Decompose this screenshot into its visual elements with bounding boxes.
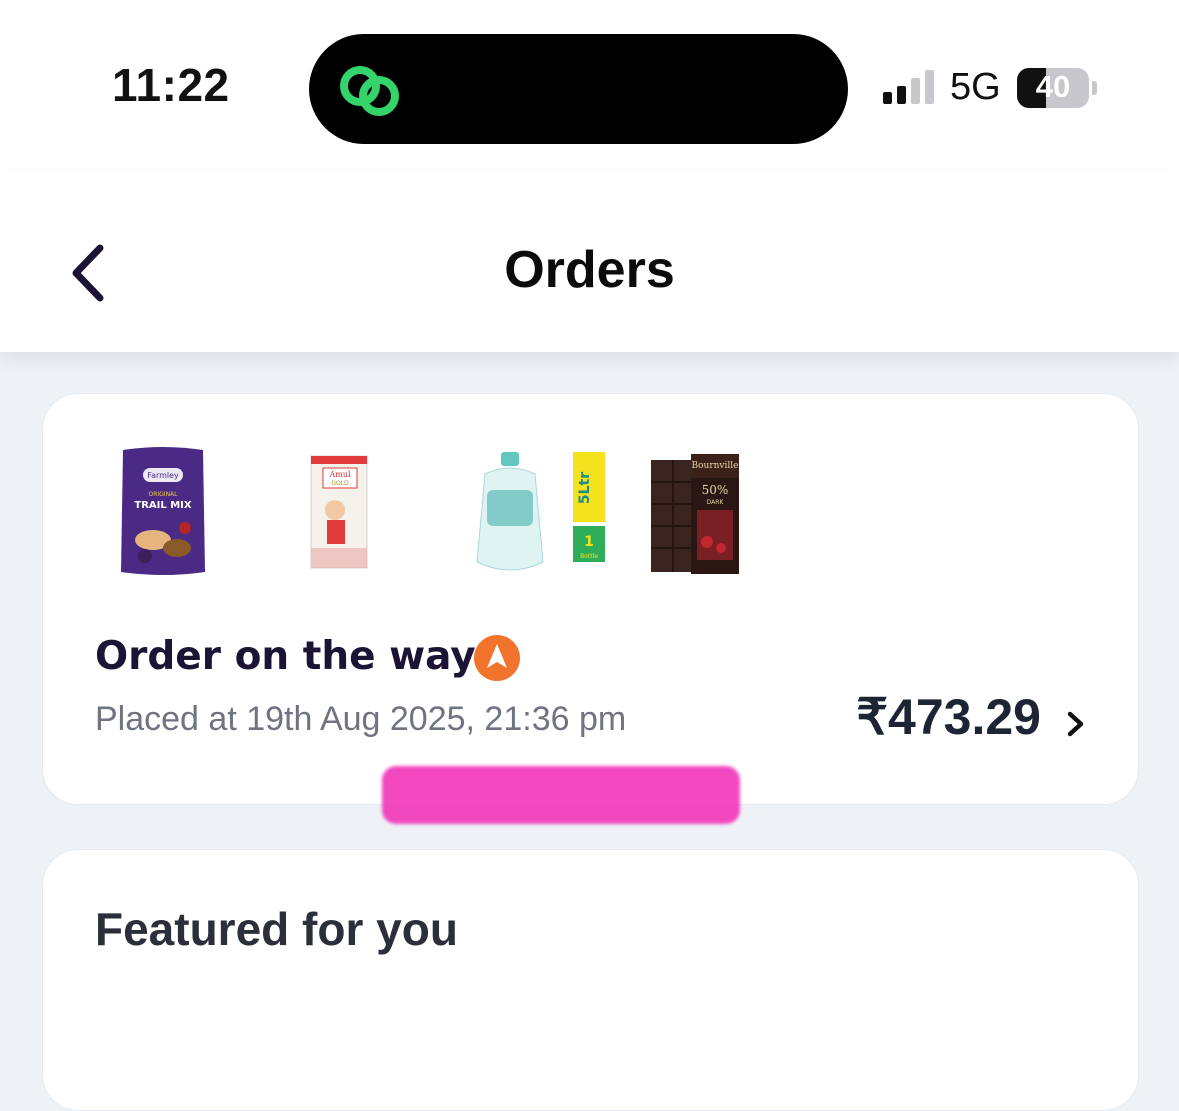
order-card[interactable]: Farmley ORIGINAL TRAIL MIX Amul GOLD 5Lt… (42, 393, 1139, 805)
status-bar: 11:22 5G 40 (0, 0, 1179, 170)
featured-title: Featured for you (95, 903, 458, 955)
link-rings-icon (340, 66, 399, 116)
dynamic-island[interactable] (309, 34, 848, 144)
pack-brand: Bournville (692, 461, 739, 471)
navigation-arrow-icon (474, 635, 520, 681)
product-thumbnail-trail-mix: Farmley ORIGINAL TRAIL MIX (121, 447, 205, 575)
pack-brand: Farmley (147, 471, 179, 480)
pack-text: 50% (702, 483, 729, 497)
pack-text: ORIGINAL (148, 491, 178, 498)
page-header: Orders (0, 170, 1179, 352)
order-total: ₹473.29 (856, 689, 1041, 745)
pack-unit: Bottle (580, 553, 598, 560)
battery-cap (1092, 81, 1097, 95)
pack-brand: Amul (328, 470, 351, 479)
product-thumbnail-milk-carton: Amul GOLD (310, 455, 368, 569)
battery-level: 40 (1035, 69, 1071, 104)
product-thumbnail-chocolate: Bournville 50% DARK (651, 454, 739, 574)
highlighter-mark (382, 766, 740, 824)
pack-text: 5Ltr (577, 472, 593, 504)
order-status: Order on the way (95, 634, 476, 679)
pack-count: 1 (584, 534, 594, 550)
chevron-right-icon[interactable] (1065, 709, 1087, 739)
signal-strength-icon (883, 70, 934, 104)
pack-text: GOLD (331, 480, 349, 487)
pack-sub: DARK (707, 499, 725, 506)
page-title: Orders (504, 241, 675, 299)
status-time: 11:22 (112, 59, 230, 111)
product-thumbnail-water-bottle: 5Ltr 1 Bottle (476, 452, 605, 571)
pack-title: TRAIL MIX (134, 500, 192, 511)
battery-icon: 40 (1017, 68, 1089, 108)
featured-section: Featured for you (42, 849, 1139, 1111)
network-type: 5G (950, 66, 1001, 108)
order-placed-time: Placed at 19th Aug 2025, 21:36 pm (95, 700, 627, 738)
